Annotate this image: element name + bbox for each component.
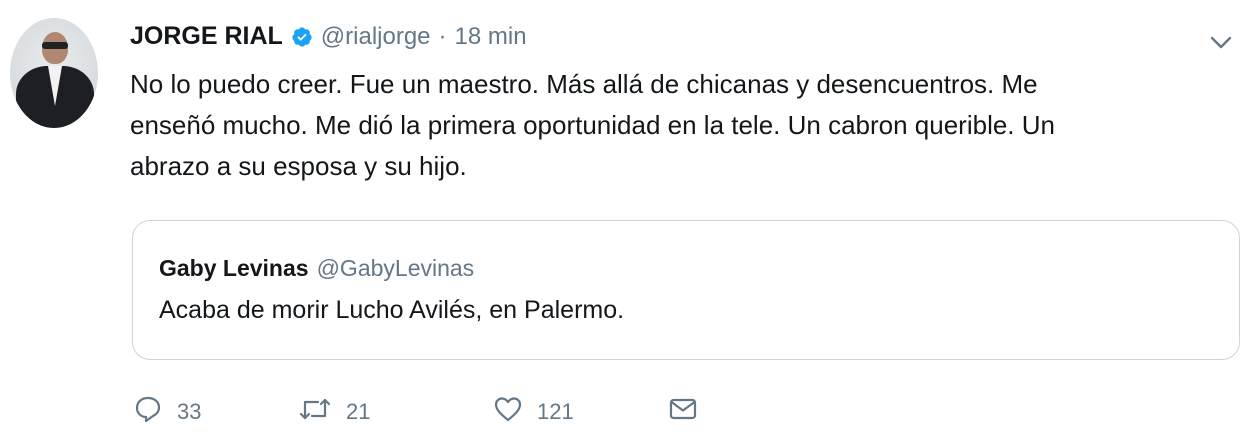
separator-dot: ·: [438, 22, 447, 50]
verified-badge-icon: [291, 26, 313, 48]
avatar-glasses: [42, 42, 68, 49]
retweet-button[interactable]: 21: [298, 394, 493, 430]
tweet: JORGE RIAL @rialjorge · 18 min No lo pue…: [0, 0, 1252, 441]
author-handle[interactable]: @rialjorge: [321, 23, 431, 51]
reply-count: 33: [177, 399, 202, 424]
direct-message-button[interactable]: [668, 394, 698, 430]
like-count: 121: [537, 399, 574, 424]
retweet-icon: [298, 394, 332, 430]
like-button[interactable]: 121: [493, 394, 668, 430]
avatar[interactable]: [10, 18, 98, 128]
tweet-header: JORGE RIAL @rialjorge · 18 min: [130, 22, 527, 51]
reply-icon: [133, 394, 163, 430]
reply-button[interactable]: 33: [133, 394, 298, 430]
action-bar: 33 21 121: [133, 394, 698, 430]
quoted-author-name: Gaby Levinas: [159, 255, 309, 281]
quoted-header: Gaby Levinas @GabyLevinas: [159, 255, 1213, 282]
heart-icon: [493, 394, 523, 430]
quoted-author-handle: @GabyLevinas: [316, 255, 475, 281]
author-name[interactable]: JORGE RIAL: [130, 22, 283, 51]
quoted-text: Acaba de morir Lucho Avilés, en Palermo.: [159, 296, 625, 324]
retweet-count: 21: [346, 399, 371, 424]
chevron-down-icon[interactable]: [1206, 30, 1236, 56]
envelope-icon: [668, 394, 698, 430]
tweet-timestamp[interactable]: 18 min: [455, 23, 527, 51]
tweet-text: No lo puedo creer. Fue un maestro. Más a…: [130, 69, 1055, 181]
quoted-tweet[interactable]: Gaby Levinas @GabyLevinas Acaba de morir…: [132, 220, 1240, 360]
